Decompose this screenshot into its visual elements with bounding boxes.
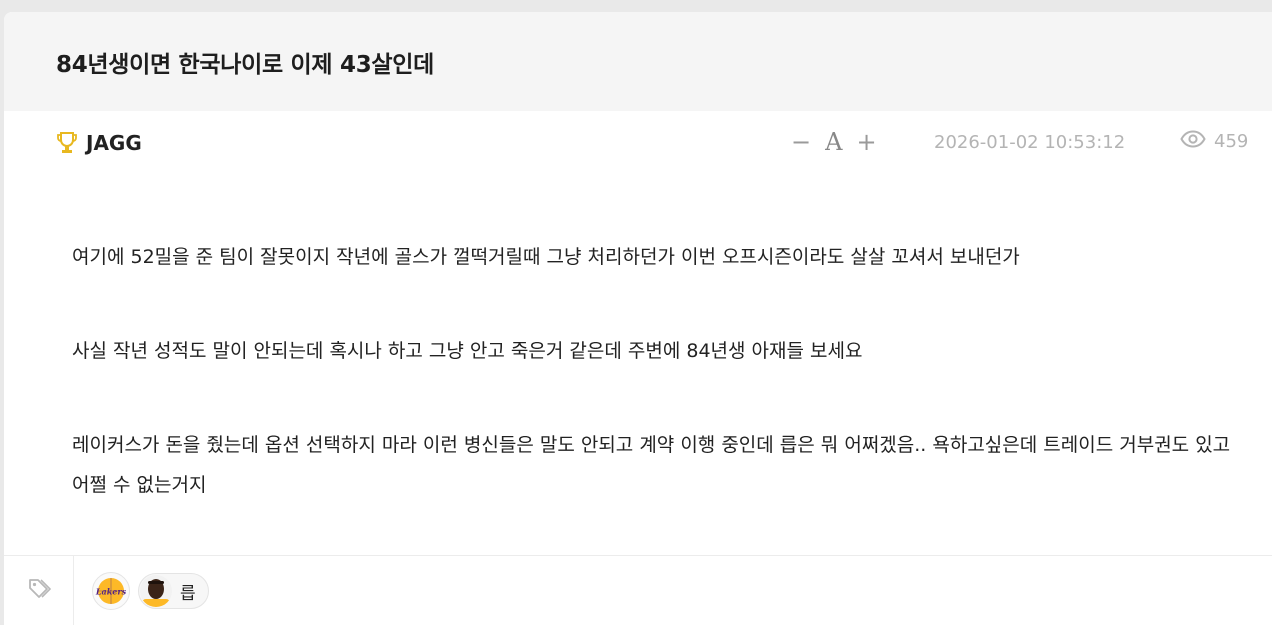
view-count: 459 bbox=[1180, 130, 1248, 153]
player-tag[interactable]: 릅 bbox=[138, 573, 209, 609]
view-count-value: 459 bbox=[1214, 131, 1249, 152]
font-increase-button[interactable]: + bbox=[856, 130, 876, 154]
title-bar: 84년생이면 한국나이로 이제 43살인데 bbox=[4, 12, 1272, 111]
font-decrease-button[interactable]: − bbox=[791, 130, 811, 154]
lakers-logo: Lakers bbox=[95, 578, 127, 604]
body-paragraph: 사실 작년 성적도 말이 안되는데 혹시나 하고 그냥 안고 죽은거 같은데 주… bbox=[72, 340, 863, 362]
author-info[interactable]: JAGG bbox=[56, 131, 142, 155]
player-avatar bbox=[140, 575, 172, 607]
eye-icon bbox=[1180, 130, 1206, 153]
font-icon[interactable]: A bbox=[825, 128, 842, 156]
font-size-controls: − A + bbox=[791, 128, 877, 156]
player-tag-label[interactable]: 릅 bbox=[180, 579, 196, 604]
body-paragraph: 여기에 52밀을 준 팀이 잘못이지 작년에 골스가 껄떡거릴때 그냥 처리하던… bbox=[72, 246, 1020, 268]
post-title: 84년생이면 한국나이로 이제 43살인데 bbox=[56, 51, 434, 78]
tag-list: Lakers 릅 bbox=[74, 556, 209, 625]
post-date: 2026-01-02 10:53:12 bbox=[934, 132, 1126, 153]
lakers-logo-text: Lakers bbox=[95, 587, 127, 597]
team-tag-lakers[interactable]: Lakers bbox=[92, 572, 130, 610]
tag-icon bbox=[27, 577, 51, 605]
post-card: 84년생이면 한국나이로 이제 43살인데 JAGG − A + 2026-01… bbox=[4, 12, 1272, 625]
post-body: 여기에 52밀을 준 팀이 잘못이지 작년에 골스가 껄떡거릴때 그냥 처리하던… bbox=[4, 175, 1232, 505]
tag-bar: Lakers 릅 bbox=[4, 555, 1272, 625]
author-name[interactable]: JAGG bbox=[86, 131, 142, 155]
post-meta: JAGG − A + 2026-01-02 10:53:12 459 bbox=[4, 111, 1272, 175]
tag-icon-cell bbox=[4, 556, 74, 625]
trophy-icon bbox=[56, 131, 78, 155]
body-paragraph: 레이커스가 돈을 줬는데 옵션 선택하지 마라 이런 병신들은 말도 안되고 계… bbox=[72, 434, 1231, 496]
